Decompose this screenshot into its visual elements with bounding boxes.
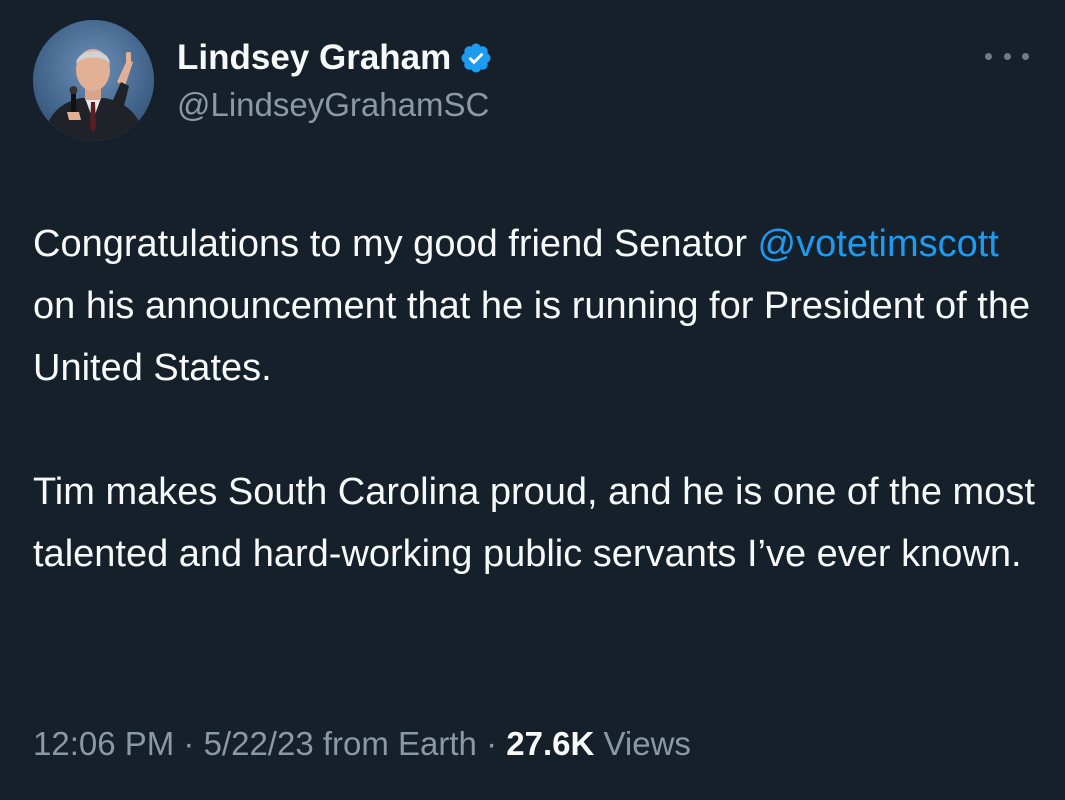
dot	[1003, 52, 1011, 60]
tweet-text: Congratulations to my good friend Senato…	[33, 213, 1043, 585]
avatar[interactable]	[33, 20, 154, 141]
mention-link[interactable]: @votetimscott	[758, 223, 999, 265]
tweet-paragraph: Congratulations to my good friend Senato…	[33, 213, 1043, 399]
tweet-metadata: 12:06 PM · 5/22/23 from Earth · 27.6K Vi…	[33, 725, 691, 763]
profile-photo	[33, 20, 154, 141]
separator: ·	[476, 725, 507, 762]
verified-badge-icon[interactable]	[459, 41, 493, 75]
separator: ·	[174, 725, 204, 762]
author-name-row[interactable]: Lindsey Graham	[177, 36, 493, 80]
tweet-paragraph: Tim makes South Carolina proud, and he i…	[33, 471, 1035, 575]
dot	[985, 52, 992, 60]
tweet-date[interactable]: 5/22/23	[204, 725, 314, 762]
more-horizontal-icon[interactable]	[985, 44, 1029, 68]
author-handle[interactable]: @LindseyGrahamSC	[177, 86, 489, 124]
tweet-source: from Earth	[313, 725, 477, 762]
display-name[interactable]: Lindsey Graham	[177, 38, 451, 78]
tweet: Lindsey Graham @LindseyGrahamSC Congratu…	[0, 0, 1065, 800]
paragraph-text: on his announcement that he is running f…	[33, 285, 1031, 389]
paragraph-text: Congratulations to my good friend Senato…	[33, 223, 758, 265]
views-label: Views	[594, 725, 691, 762]
dot	[1022, 52, 1029, 60]
views-count[interactable]: 27.6K	[506, 725, 594, 762]
tweet-time[interactable]: 12:06 PM	[33, 725, 174, 762]
